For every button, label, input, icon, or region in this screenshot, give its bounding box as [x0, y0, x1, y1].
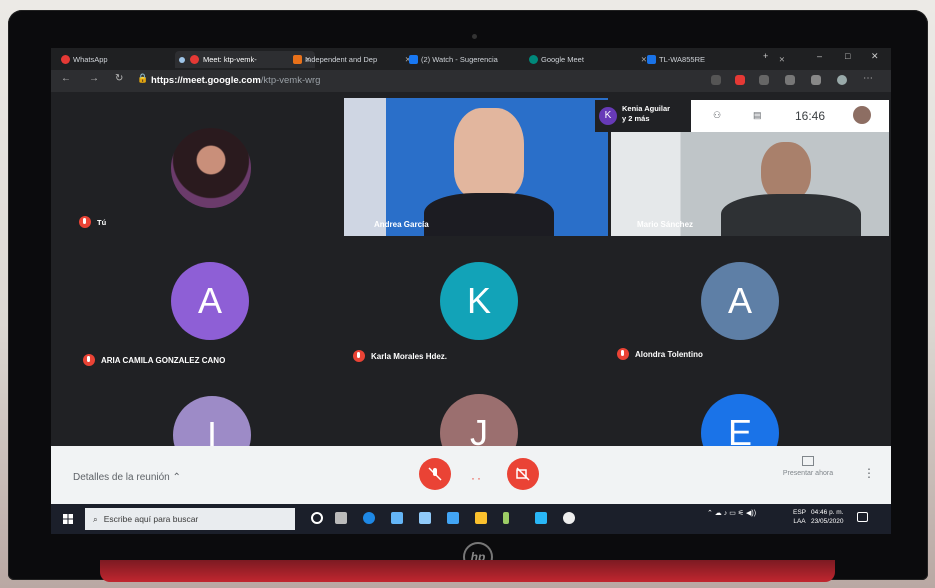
webcam — [472, 34, 477, 39]
settings-gear-icon[interactable] — [563, 512, 575, 524]
mic-off-icon — [428, 467, 442, 481]
self-avatar — [171, 128, 251, 208]
audio-playing-icon — [179, 57, 185, 63]
cortana-icon[interactable] — [311, 512, 323, 524]
back-arrow-icon[interactable]: ← — [61, 73, 71, 84]
presenter-name: Kenia Aguilar y 2 más — [622, 104, 671, 123]
file-explorer-icon[interactable] — [475, 512, 487, 524]
new-tab-button[interactable]: + — [763, 51, 768, 61]
search-placeholder: Escribe aquí para buscar — [103, 514, 199, 524]
dropbox-icon[interactable] — [447, 512, 459, 524]
minimize-button[interactable]: – — [817, 51, 822, 61]
tab-label: Meet: ktp-vemk- — [203, 55, 257, 64]
tab-whatsapp[interactable]: WhatsApp ✕ — [59, 51, 185, 68]
tab-label: TL-WA855RE — [659, 55, 705, 64]
participant-video-andrea[interactable]: Andrea García — [344, 98, 608, 236]
participant-name: ARIA CAMILA GONZALEZ CANO — [101, 356, 226, 365]
tab-google-meet[interactable]: Google Meet ✕ — [527, 51, 651, 68]
meeting-info-strip: K Kenia Aguilar y 2 más ⚇ ▤ 16:46 — [595, 100, 889, 132]
participant-video-mario[interactable]: Mario Sánchez — [611, 132, 889, 236]
tplink-icon — [647, 55, 656, 64]
participant-name: Alondra Tolentino — [635, 350, 703, 359]
tab-label: Google Meet — [541, 55, 584, 64]
star-icon[interactable] — [785, 75, 795, 85]
browser-address-bar: ← → ↻ 🔒 https://meet.google.com/ktp-vemk… — [51, 70, 891, 92]
participant-face — [454, 108, 524, 198]
whatsapp-icon — [61, 55, 70, 64]
language-indicator[interactable]: ESP LAA — [793, 508, 806, 526]
meeting-clock: 16:46 — [795, 109, 826, 123]
facebook-icon — [409, 55, 418, 64]
task-view-icon[interactable] — [335, 512, 347, 524]
meet-icon — [529, 55, 538, 64]
recording-icon — [190, 55, 199, 64]
maximize-button[interactable]: □ — [845, 51, 850, 61]
user-avatar[interactable] — [853, 106, 871, 124]
profile-avatar[interactable] — [837, 75, 847, 85]
participant-body — [424, 193, 554, 236]
extensions-icon[interactable] — [811, 75, 821, 85]
translate-icon[interactable] — [759, 75, 769, 85]
muted-mic-icon — [79, 216, 91, 228]
mute-mic-button[interactable] — [419, 458, 451, 490]
laptop-bezel: WhatsApp ✕ Meet: ktp-vemk- ✕ Independent… — [8, 10, 928, 580]
store-icon[interactable] — [391, 512, 403, 524]
muted-mic-icon — [353, 350, 365, 362]
browser-tab-bar: WhatsApp ✕ Meet: ktp-vemk- ✕ Independent… — [51, 48, 891, 70]
tab-label: Independent and Dep — [305, 55, 378, 64]
participant-name: Mario Sánchez — [637, 220, 694, 229]
search-icon: ⌕ — [93, 514, 98, 524]
lock-icon: 🔒 — [137, 73, 149, 83]
meeting-control-bar: Detalles de la reunión ⌃ ·· Presentar ah… — [51, 446, 891, 504]
app-icon[interactable] — [503, 512, 509, 524]
tab-independent[interactable]: Independent and Dep ✕ — [291, 51, 415, 68]
taskbar-search-box[interactable]: ⌕ Escribe aquí para buscar — [85, 508, 295, 530]
present-icon — [802, 456, 814, 466]
participant-avatar: K — [440, 262, 518, 340]
close-tab-icon[interactable]: ✕ — [779, 51, 785, 68]
participant-face — [761, 142, 811, 202]
participant-avatar: A — [701, 262, 779, 340]
mail-icon[interactable] — [419, 512, 431, 524]
more-options-icon[interactable]: ⋮ — [863, 466, 875, 480]
camera-off-icon — [516, 467, 530, 481]
url-path: /ktp-vemk-wrg — [260, 75, 321, 86]
participant-body — [721, 194, 861, 236]
present-now-button[interactable]: Presentar ahora — [763, 456, 853, 477]
muted-mic-icon — [617, 348, 629, 360]
meeting-details-button[interactable]: Detalles de la reunión ⌃ — [73, 472, 181, 483]
camera-indicator-icon[interactable] — [711, 75, 721, 85]
presenter-pill[interactable]: K Kenia Aguilar y 2 más — [595, 100, 691, 132]
windows-taskbar: ⌕ Escribe aquí para buscar ⌃ ☁ ♪ ▭ ⚟ ◀)) … — [51, 504, 891, 534]
app-window-icon[interactable] — [535, 512, 547, 524]
forward-arrow-icon[interactable]: → — [89, 73, 99, 84]
participant-name: Karla Morales Hdez. — [371, 352, 448, 361]
self-label: Tú — [97, 218, 107, 227]
menu-dots-icon[interactable]: ⋯ — [863, 73, 873, 84]
muted-mic-icon — [83, 354, 95, 366]
screen: WhatsApp ✕ Meet: ktp-vemk- ✕ Independent… — [51, 48, 891, 534]
url-host: https://meet.google.com — [151, 75, 261, 86]
close-window-button[interactable]: ✕ — [871, 51, 879, 62]
tab-label: (2) Watch - Sugerencia — [421, 55, 498, 64]
document-icon — [293, 55, 302, 64]
edge-icon[interactable] — [363, 512, 375, 524]
participant-name: Andrea García — [374, 220, 429, 229]
camera-off-button[interactable] — [507, 458, 539, 490]
tab-label: WhatsApp — [73, 55, 108, 64]
reload-icon[interactable]: ↻ — [115, 73, 123, 84]
tab-facebook-watch[interactable]: (2) Watch - Sugerencia ✕ — [407, 51, 539, 68]
chat-icon[interactable]: ▤ — [753, 110, 762, 121]
url-field[interactable]: https://meet.google.com/ktp-vemk-wrg — [151, 73, 711, 89]
presenter-avatar: K — [599, 107, 617, 125]
extension-icon[interactable] — [735, 75, 745, 85]
windows-start-icon[interactable] — [63, 514, 73, 524]
taskbar-clock[interactable]: 04:46 p. m. 23/05/2020 — [811, 508, 844, 526]
system-tray-icons[interactable]: ⌃ ☁ ♪ ▭ ⚟ ◀)) — [707, 509, 756, 517]
laptop-hinge — [100, 560, 835, 582]
leave-call-button[interactable]: ·· — [471, 471, 483, 485]
notification-icon[interactable] — [857, 512, 868, 522]
people-icon[interactable]: ⚇ — [713, 110, 721, 121]
participant-avatar: A — [171, 262, 249, 340]
